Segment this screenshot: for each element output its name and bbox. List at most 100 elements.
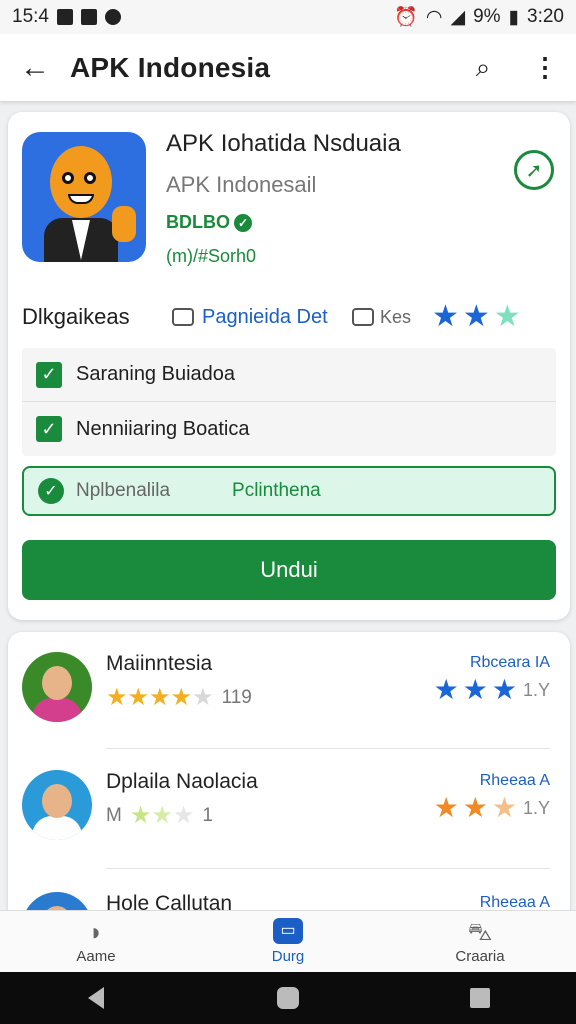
star-icon: ★ [491,792,517,823]
status-bar: 15:4 ⏰ ◠ ◢ 9% ▮ 3:20 [0,0,576,34]
selected-label: Nplbenalila [76,480,171,501]
nav-craaria[interactable]: ⛍ Craaria [384,911,576,972]
item-right: Rbceara IA ★ ★ ★ 1.Y [434,654,550,704]
info-keys[interactable]: Kes [352,307,432,328]
checkbox-checked-icon[interactable]: ✓ [36,416,62,442]
page-title: APK Indonesia [70,51,271,83]
avatar-body [32,816,82,840]
divider [106,868,550,869]
item-name: Dplaila Naolacia [106,770,258,793]
profile-icon: ⛍ [467,919,493,946]
star-icon: ★ [462,792,488,823]
list-item[interactable]: Dplaila Naolacia M ★ ★ ★ 1 Rheeaa A ★ ★ … [8,750,570,860]
app-bar: ← APK Indonesia ⌕ ⋮ [0,34,576,102]
item-right-rating: ★ ★ ★ 1.Y [434,676,550,704]
option-item[interactable]: ✓ Nenniiaring Boatica [22,402,556,456]
option-item[interactable]: ✓ Saraning Buiadoa [22,348,556,402]
option-label: Nenniiaring Boatica [76,417,250,440]
wifi-icon: ◠ [425,6,443,28]
app-icon-eye [84,172,96,184]
nav-label: Durg [271,948,305,965]
item-right-label: Rheeaa A [479,772,550,789]
system-recents-icon[interactable] [468,986,492,1010]
more-options-icon[interactable]: ⋮ [514,52,576,83]
nav-home[interactable]: ◗ Aame [0,911,192,972]
divider [106,748,550,749]
star-icon: ★ [106,684,128,711]
item-stars: ★ ★ ★ [130,804,195,828]
app-icon-mouth [68,194,94,204]
option-label: Saraning Buiadoa [76,363,236,385]
item-right-rating: ★ ★ ★ 1.Y [434,794,550,822]
item-rating: ★ ★ ★ ★ ★ 119 [106,686,252,710]
bottom-navigation: ◗ Aame ▭ Durg ⛍ Craaria [0,910,576,972]
back-icon[interactable]: ← [0,51,70,85]
star-icon: ★ [432,300,459,333]
check-circle-icon: ✓ [38,478,64,504]
battery-percent: 9% [473,6,501,27]
info-link-label: Pagnieida Det [202,305,328,328]
alarm-icon: ⏰ [394,7,418,28]
notification-icon [80,9,97,25]
open-external-button[interactable]: ➚ [514,150,554,190]
item-right-label: Rbceara IA [469,654,550,671]
selected-value: Pclinthena [232,480,321,501]
notification-icon [56,9,73,25]
download-button[interactable]: Undui [22,540,556,600]
verified-check-icon: ✓ [234,213,252,232]
app-icon [22,132,146,262]
item-right-count: 1.Y [522,679,550,700]
avatar [22,770,92,840]
app-subtitle: APK Indonesail [166,172,317,197]
app-meta: (m)/#Sorh0 [166,246,257,266]
star-icon: ★ [129,802,152,829]
status-left: 15:4 [12,6,121,28]
list-item[interactable]: Maiinntesia ★ ★ ★ ★ ★ 119 Rbceara IA ★ ★… [8,632,570,742]
item-name: Maiinntesia [106,652,213,675]
system-navigation [0,972,576,1024]
system-back-icon[interactable] [84,986,108,1010]
info-label: Dlkgaikeas [22,304,130,329]
avatar-body [32,698,82,722]
nav-label: Craaria [455,948,505,965]
home-leaf-icon: ◗ [88,919,104,946]
star-icon: ★ [433,674,459,705]
signal-icon: ◢ [450,6,466,28]
star-icon: ★ [170,684,193,711]
app-icon-face [50,146,112,218]
star-icon: ★ [493,300,521,333]
item-right-count: 1.Y [522,797,550,818]
app-title: APK Iohatida Nsduaia [166,130,401,157]
item-rating: M ★ ★ ★ 1 [106,804,213,828]
checkbox-checked-icon[interactable]: ✓ [36,361,62,388]
item-count: 1 [202,805,213,826]
search-icon[interactable]: ⌕ [452,52,514,84]
chat-bubble-icon [172,308,194,326]
nav-durg[interactable]: ▭ Durg [192,911,384,972]
star-icon: ★ [172,802,195,829]
bus-icon: ▭ [273,918,303,944]
info-link[interactable]: Pagnieida Det [172,306,352,329]
status-right: ⏰ ◠ ◢ 9% ▮ 3:20 [394,5,564,29]
nav-label: Aame [76,948,116,965]
verified-badge: BDLBO ✓ [166,212,252,233]
status-time: 3:20 [527,6,564,27]
star-icon: ★ [149,684,171,711]
item-right: Rheeaa A ★ ★ ★ 1.Y [434,772,550,822]
status-left-text: 15:4 [12,6,49,27]
battery-icon: ▮ [508,6,520,28]
app-icon-eye [62,172,74,184]
star-icon: ★ [127,684,150,711]
avatar-face [42,784,72,818]
info-keys-label: Kes [380,306,412,327]
item-right-stars: ★ ★ ★ [434,794,517,822]
item-count: 119 [221,687,252,708]
selected-option[interactable]: ✓ Nplbenalila Pclinthena [22,466,556,516]
notification-icon [104,9,121,25]
related-apps-card: Maiinntesia ★ ★ ★ ★ ★ 119 Rbceara IA ★ ★… [8,632,570,922]
system-home-icon[interactable] [276,986,300,1010]
info-row: Dlkgaikeas Pagnieida Det Kes ★ ★ ★ [22,302,556,332]
message-icon [352,308,374,326]
item-right-stars: ★ ★ ★ [434,676,517,704]
app-icon-hand [112,206,136,242]
